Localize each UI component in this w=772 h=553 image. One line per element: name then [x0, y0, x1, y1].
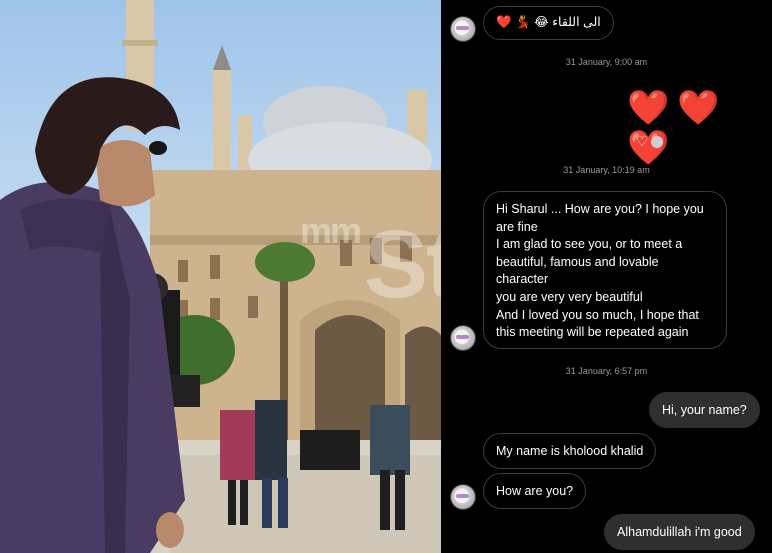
- message-line: And I loved you so much, I hope that: [496, 307, 699, 322]
- message-text: الى اللقاء 😂 💃 ❤️: [496, 15, 601, 29]
- message-text: Alhamdulillah i'm good: [617, 525, 742, 539]
- hearts-message: ❤️❤️❤️: [627, 89, 728, 167]
- timestamp: 31 January, 6:57 pm: [565, 366, 648, 376]
- timestamp: 31 January, 9:00 am: [565, 57, 648, 67]
- message-line: I am glad to see you, or to meet a: [496, 237, 683, 252]
- chat-panel: الى اللقاء 😂 💃 ❤️ 31 January, 9:00 am ❤️…: [441, 0, 772, 553]
- message-text: My name is kholood khalid: [496, 444, 644, 458]
- mosque-photo: [0, 0, 441, 553]
- photo-panel: [0, 0, 441, 553]
- message-text: How are you?: [496, 484, 574, 498]
- outgoing-message: Alhamdulillah i'm good: [604, 514, 755, 550]
- timestamp: 31 January, 10:19 am: [563, 165, 650, 175]
- incoming-message: الى اللقاء 😂 💃 ❤️: [483, 6, 614, 40]
- incoming-message: Hi Sharul ... How are you? I hope you ar…: [483, 191, 727, 349]
- message-line: you are very very beautiful: [496, 289, 643, 304]
- message-line: Hi Sharul ... How are you? I hope you: [496, 202, 704, 216]
- reaction-badge[interactable]: ♡: [636, 133, 663, 150]
- sender-avatar[interactable]: [450, 325, 476, 351]
- sender-avatar[interactable]: [450, 484, 476, 510]
- message-line: are fine: [496, 219, 538, 234]
- incoming-message: How are you?: [483, 473, 587, 509]
- message-text: Hi, your name?: [662, 403, 747, 417]
- reactor-avatar: [650, 136, 663, 149]
- sender-avatar[interactable]: [450, 16, 476, 42]
- message-line: beautiful, famous and lovable: [496, 254, 659, 269]
- outgoing-message: Hi, your name?: [649, 392, 760, 428]
- message-line: character: [496, 272, 549, 287]
- message-line: this meeting will be repeated again: [496, 325, 689, 340]
- heart-outline-icon: ♡: [636, 133, 649, 149]
- incoming-message: My name is kholood khalid: [483, 433, 657, 469]
